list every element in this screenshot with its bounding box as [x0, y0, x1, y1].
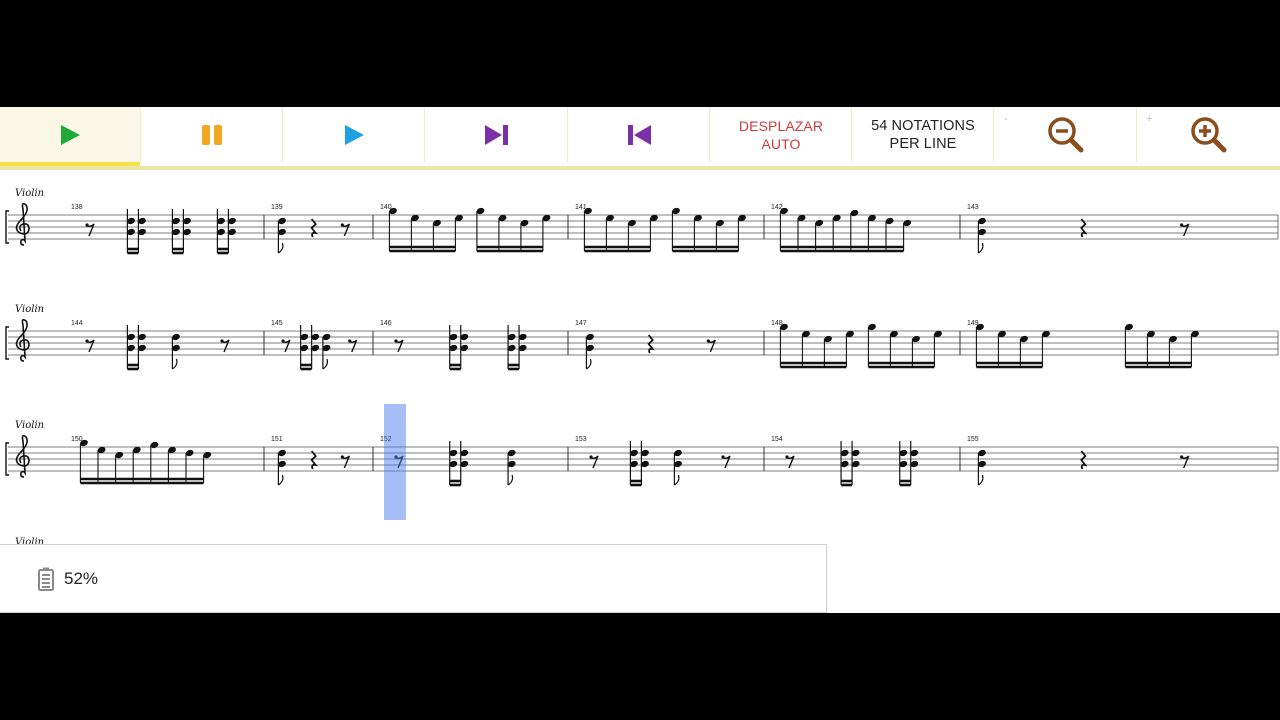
measure-number: 139 [271, 204, 283, 211]
measure-number: 144 [71, 320, 83, 327]
note-flag [507, 474, 514, 486]
note-flag [978, 474, 984, 486]
rest-dot [394, 339, 398, 343]
rest-dot [721, 455, 725, 459]
staff-system: Violin144 145 146 147 148 149 [5, 304, 1279, 371]
status-panel: 52% [0, 544, 827, 613]
note-flag [278, 474, 284, 486]
note-flag [978, 242, 984, 254]
rest-dot [1180, 223, 1184, 227]
quarter-rest [647, 334, 655, 354]
battery-percent: 52% [64, 568, 99, 588]
note-flag [322, 358, 328, 370]
rest-dot [85, 339, 89, 343]
measure-number: 138 [71, 204, 83, 211]
instrument-label: Violin [15, 420, 44, 431]
rest-dot [589, 455, 593, 459]
rest-dot [1180, 455, 1184, 459]
note-flag [674, 474, 680, 486]
rest-dot [348, 339, 352, 343]
score-canvas[interactable]: Violin138 139 140 141 142 143Violin144 145 146 1… [0, 107, 1280, 613]
rest-dot [220, 339, 224, 343]
rest-dot [85, 223, 89, 227]
staff-system: Violin138 139 140 141 142 143 [5, 188, 1279, 255]
quarter-rest [310, 218, 318, 238]
quarter-rest [1080, 218, 1088, 238]
measure-number: 151 [271, 436, 283, 443]
measure-number: 154 [771, 436, 783, 443]
note-flag [172, 358, 178, 370]
rest-dot [785, 455, 789, 459]
instrument-label: Violin [15, 304, 44, 315]
sheet-music-app: DESPLAZAR AUTO 54 NOTATIONS PER LINE - + [0, 107, 1280, 613]
battery-icon [38, 567, 54, 591]
playhead-highlight [384, 404, 406, 520]
rest-dot [706, 339, 710, 343]
rest-dot [340, 455, 344, 459]
measure-number: 145 [271, 320, 283, 327]
note-flag [586, 358, 592, 370]
quarter-rest [1080, 450, 1088, 470]
instrument-label: Violin [15, 188, 44, 199]
measure-number: 155 [967, 436, 979, 443]
measure-number: 146 [380, 320, 392, 327]
rest-dot [340, 223, 344, 227]
measure-number: 143 [967, 204, 979, 211]
rest-dot [281, 339, 285, 343]
note-flag [278, 242, 284, 254]
measure-number: 147 [575, 320, 587, 327]
measure-number: 153 [575, 436, 587, 443]
staff-system: Violin150151152153154155 [5, 420, 1279, 487]
quarter-rest [310, 450, 318, 470]
